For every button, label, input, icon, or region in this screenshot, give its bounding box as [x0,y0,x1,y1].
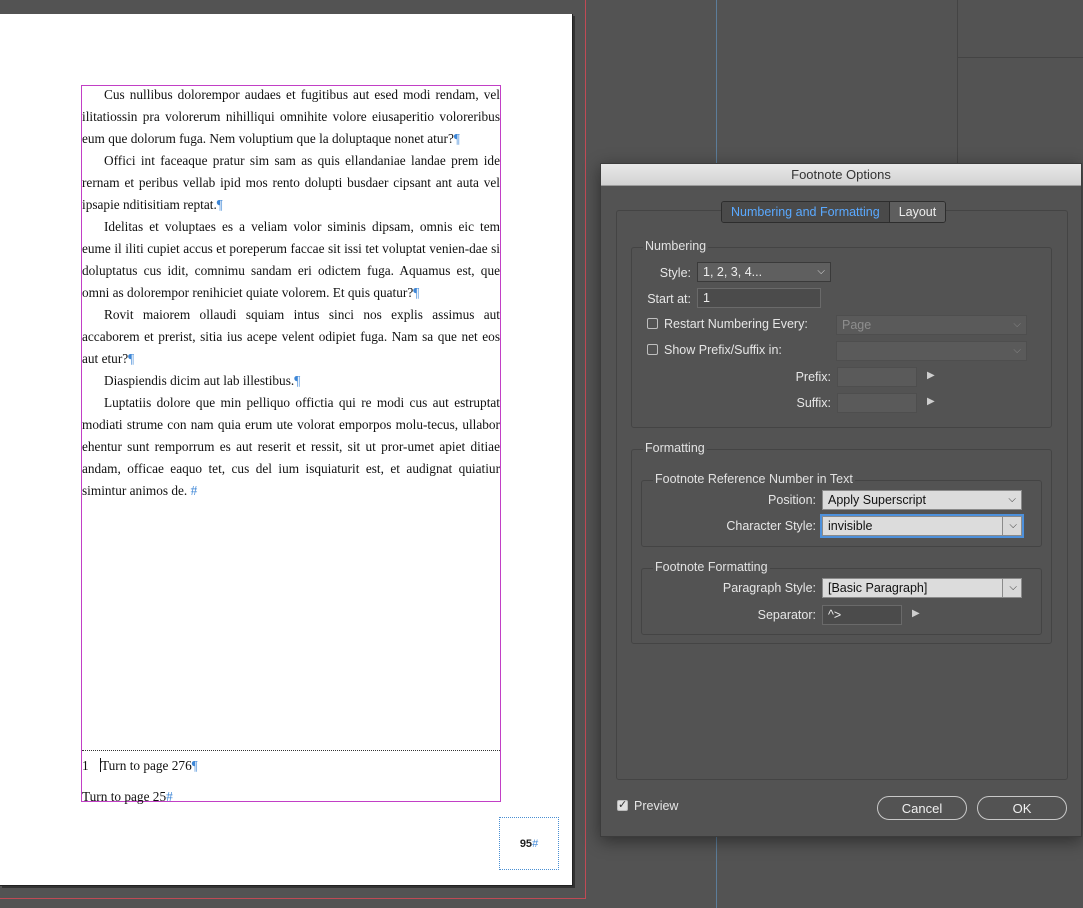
end-of-story-icon: # [166,789,173,804]
pilcrow-icon: ¶ [453,131,460,146]
dialog-title[interactable]: Footnote Options [601,164,1081,186]
preview-checkbox[interactable] [617,798,628,811]
prefix-input[interactable] [837,367,917,387]
restart-numbering-dropdown[interactable]: Page ⌵ [836,315,1027,335]
character-style-value: invisible [828,519,873,533]
start-at-input[interactable]: 1 [697,288,821,308]
footnote-overset-text: Turn to page 25# [82,789,173,804]
tab-bar: Numbering and Formatting Layout [721,201,947,223]
footnote-text: Turn to page 276 [100,758,192,773]
pilcrow-icon: ¶ [216,197,223,212]
footnote-separator [82,750,500,751]
bleed-guide-right [585,0,586,899]
formatting-title: Formatting [643,441,707,455]
cancel-button[interactable]: Cancel [877,796,967,820]
end-of-story-icon: # [532,838,539,850]
style-value: 1, 2, 3, 4... [703,265,763,279]
paragraph-style-label: Paragraph Style: [722,581,816,595]
position-dropdown[interactable]: Apply Superscript ⌵ [822,490,1022,510]
restart-numbering-value: Page [842,318,872,332]
start-at-label: Start at: [647,292,691,306]
chevron-down-icon: ⌵ [1013,319,1021,330]
prefix-suffix-location-dropdown[interactable]: ⌵ [836,341,1027,361]
style-label: Style: [659,266,691,280]
pilcrow-icon: ¶ [413,285,420,300]
dropdown-button[interactable]: ⌵ [1002,517,1021,535]
page-number-frame[interactable]: 95# [499,817,559,870]
chevron-down-icon: ⌵ [1013,345,1021,356]
paragraph-style-value: [Basic Paragraph] [828,581,928,595]
triangle-right-icon[interactable]: ▶ [912,608,920,619]
paragraph: Cus nullibus dolorempor audaes et fugiti… [82,87,500,146]
separator-input[interactable]: ^> [822,605,902,625]
panel-divider [957,57,1083,58]
end-of-story-icon: # [190,483,198,498]
paragraph: Idelitas et voluptaes es a veliam volor … [82,219,500,300]
page-number: 95# [519,838,539,850]
paragraph-style-dropdown[interactable]: [Basic Paragraph] ⌵ [822,578,1022,598]
numbering-title: Numbering [643,239,709,253]
triangle-right-icon[interactable]: ▶ [927,370,935,381]
text-frame[interactable]: Cus nullibus dolorempor audaes et fugiti… [81,84,501,804]
pilcrow-icon: ¶ [294,373,301,388]
suffix-input[interactable] [837,393,917,413]
position-value: Apply Superscript [828,493,926,507]
style-dropdown[interactable]: 1, 2, 3, 4... ⌵ [697,262,831,282]
reference-number-title: Footnote Reference Number in Text [653,472,855,486]
footnote-number: 1 [82,758,89,773]
tab-layout[interactable]: Layout [889,202,946,222]
paragraph: Offici int faceaque pratur sim sam as qu… [82,153,500,212]
paragraph: Rovit maiorem ollaudi squiam intus sinci… [82,307,500,366]
tab-numbering-and-formatting[interactable]: Numbering and Formatting [722,202,890,222]
prefix-label: Prefix: [795,370,831,384]
restart-numbering-checkbox[interactable] [647,318,658,329]
footnote[interactable]: 1 Turn to page 276¶ [82,758,198,774]
footnote-formatting-title: Footnote Formatting [653,560,770,574]
footnote-options-dialog: Footnote Options Numbering and Formattin… [600,163,1082,837]
pilcrow-icon: ¶ [191,758,198,773]
paragraph: Diaspiendis dicim aut lab illestibus.¶ [104,373,301,388]
preview-label[interactable]: Preview [634,799,678,813]
paragraph: Luptatiis dolore que min pelliquo offict… [82,395,500,498]
ok-button[interactable]: OK [977,796,1067,820]
dropdown-button[interactable]: ⌵ [1002,579,1021,597]
chevron-down-icon: ⌵ [1009,582,1017,593]
position-label: Position: [768,493,816,507]
chevron-down-icon: ⌵ [1009,520,1017,531]
chevron-down-icon: ⌵ [817,266,825,277]
show-prefix-suffix-label[interactable]: Show Prefix/Suffix in: [664,343,782,357]
show-prefix-suffix-checkbox[interactable] [647,344,658,355]
separator-label: Separator: [757,608,816,622]
panel-divider [957,0,958,165]
start-at-value: 1 [703,291,710,305]
character-style-label: Character Style: [726,519,816,533]
triangle-right-icon[interactable]: ▶ [927,396,935,407]
suffix-label: Suffix: [796,396,831,410]
chevron-down-icon: ⌵ [1008,494,1016,505]
character-style-dropdown[interactable]: invisible ⌵ [820,514,1024,538]
body-text[interactable]: Cus nullibus dolorempor audaes et fugiti… [82,84,500,502]
separator-value: ^> [828,608,842,622]
pilcrow-icon: ¶ [128,351,135,366]
restart-numbering-label[interactable]: Restart Numbering Every: [664,317,808,331]
document-page: Cus nullibus dolorempor audaes et fugiti… [0,14,573,886]
bleed-guide-bottom [0,898,586,899]
